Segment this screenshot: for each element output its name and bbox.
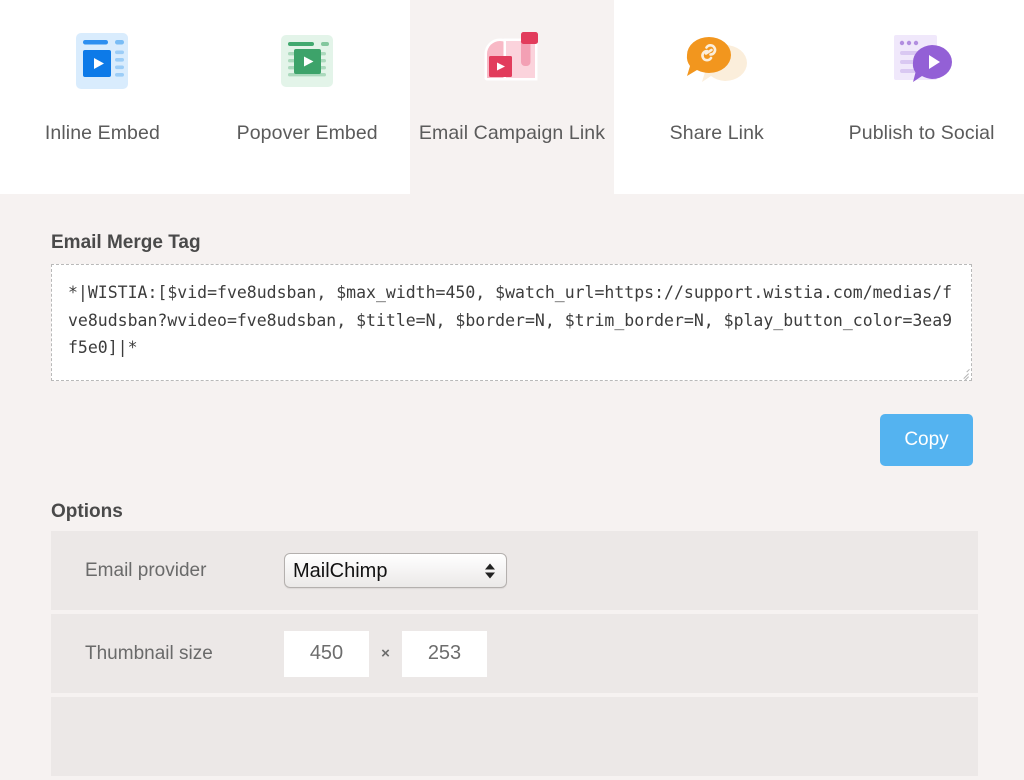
thumbnail-size-label: Thumbnail size <box>85 642 213 664</box>
chat-bubble-link-icon <box>674 18 760 104</box>
thumbnail-size-field: × <box>284 630 487 677</box>
resize-handle-icon[interactable] <box>957 366 970 380</box>
tab-label: Popover Embed <box>236 122 378 144</box>
options-list: Email provider MailChimp Thumbnail size … <box>51 531 978 780</box>
tab-inline-embed[interactable]: Inline Embed <box>0 0 205 194</box>
email-provider-field: MailChimp <box>284 553 507 588</box>
tab-label: Email Campaign Link <box>418 122 606 144</box>
tab-publish-to-social[interactable]: Publish to Social <box>819 0 1024 194</box>
inline-embed-icon <box>59 18 145 104</box>
option-row-thumbnail-size: Thumbnail size × <box>51 614 978 693</box>
thumbnail-width-input[interactable] <box>284 630 369 677</box>
tab-label: Publish to Social <box>848 122 995 144</box>
thumbnail-height-input[interactable] <box>402 630 487 677</box>
dimension-separator: × <box>381 645 390 662</box>
tab-label: Inline Embed <box>44 122 160 144</box>
tab-label: Share Link <box>669 122 764 144</box>
options-title-wrap: Options <box>51 501 123 523</box>
tab-email-campaign-link[interactable]: Email Campaign Link <box>409 0 615 194</box>
tab-share-link[interactable]: Share Link <box>614 0 820 194</box>
email-provider-select-wrap: MailChimp <box>284 553 507 588</box>
email-campaign-panel: Email Merge Tag *|WISTIA:[$vid=fve8udsba… <box>0 194 1024 776</box>
merge-tag-title: Email Merge Tag <box>51 232 201 253</box>
popover-embed-icon <box>264 18 350 104</box>
social-post-video-icon <box>879 18 965 104</box>
email-provider-select[interactable]: MailChimp <box>284 553 507 588</box>
option-row-partial <box>51 697 978 776</box>
copy-button[interactable]: Copy <box>880 414 973 466</box>
merge-tag-textarea[interactable]: *|WISTIA:[$vid=fve8udsban, $max_width=45… <box>51 264 972 381</box>
option-row-email-provider: Email provider MailChimp <box>51 531 978 610</box>
merge-tag-value: *|WISTIA:[$vid=fve8udsban, $max_width=45… <box>68 283 953 357</box>
embed-type-tabbar: Inline Embed Popover Embed Email Campaig… <box>0 0 1024 194</box>
email-provider-label: Email provider <box>85 559 207 581</box>
merge-tag-title-wrap: Email Merge Tag <box>51 232 201 254</box>
options-title: Options <box>51 501 123 522</box>
tab-popover-embed[interactable]: Popover Embed <box>204 0 410 194</box>
mailbox-video-icon <box>469 18 555 104</box>
